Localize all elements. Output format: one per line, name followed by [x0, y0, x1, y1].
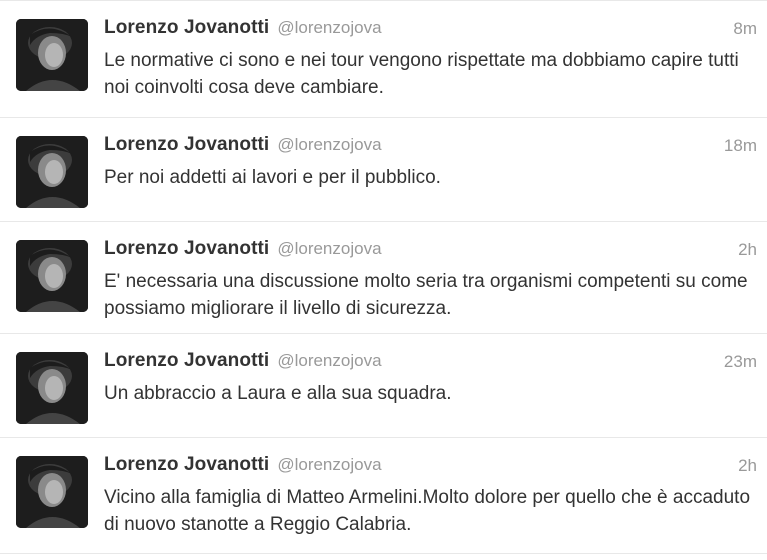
user-name[interactable]: Lorenzo Jovanotti [104, 454, 269, 475]
avatar[interactable] [16, 352, 88, 424]
tweet-text: E' necessaria una discussione molto seri… [104, 271, 748, 319]
user-name[interactable]: Lorenzo Jovanotti [104, 17, 269, 38]
tweet-item[interactable]: Lorenzo Jovanotti @lorenzojova 18m Per no… [0, 118, 767, 222]
avatar[interactable] [16, 19, 88, 91]
tweet-timestamp[interactable]: 18m [724, 136, 757, 156]
user-handle[interactable]: @lorenzojova [277, 135, 381, 154]
user-handle[interactable]: @lorenzojova [277, 455, 381, 474]
tweet-item[interactable]: Lorenzo Jovanotti @lorenzojova 2h E' nece… [0, 222, 767, 334]
tweet-text: Per noi addetti ai lavori e per il pubbl… [104, 167, 441, 188]
tweet-item[interactable]: Lorenzo Jovanotti @lorenzojova 8m Le norm… [0, 0, 767, 118]
tweet-item[interactable]: Lorenzo Jovanotti @lorenzojova 23m Un abb… [0, 334, 767, 438]
tweet-timestamp[interactable]: 2h [738, 240, 757, 260]
tweet-text: Le normative ci sono e nei tour vengono … [104, 50, 739, 98]
tweet-timestamp[interactable]: 23m [724, 352, 757, 372]
avatar[interactable] [16, 240, 88, 312]
tweet-item[interactable]: Lorenzo Jovanotti @lorenzojova 2h Vicino … [0, 438, 767, 554]
tweet-text: Vicino alla famiglia di Matteo Armelini.… [104, 487, 751, 535]
tweet-timeline: Lorenzo Jovanotti @lorenzojova 8m Le norm… [0, 0, 767, 560]
avatar[interactable] [16, 136, 88, 208]
tweet-timestamp[interactable]: 2h [738, 456, 757, 476]
user-name[interactable]: Lorenzo Jovanotti [104, 134, 269, 155]
tweet-timestamp[interactable]: 8m [733, 19, 757, 39]
avatar[interactable] [16, 456, 88, 528]
user-name[interactable]: Lorenzo Jovanotti [104, 350, 269, 371]
user-handle[interactable]: @lorenzojova [277, 18, 381, 37]
tweet-text: Un abbraccio a Laura e alla sua squadra. [104, 383, 452, 404]
user-name[interactable]: Lorenzo Jovanotti [104, 238, 269, 259]
user-handle[interactable]: @lorenzojova [277, 351, 381, 370]
user-handle[interactable]: @lorenzojova [277, 239, 381, 258]
